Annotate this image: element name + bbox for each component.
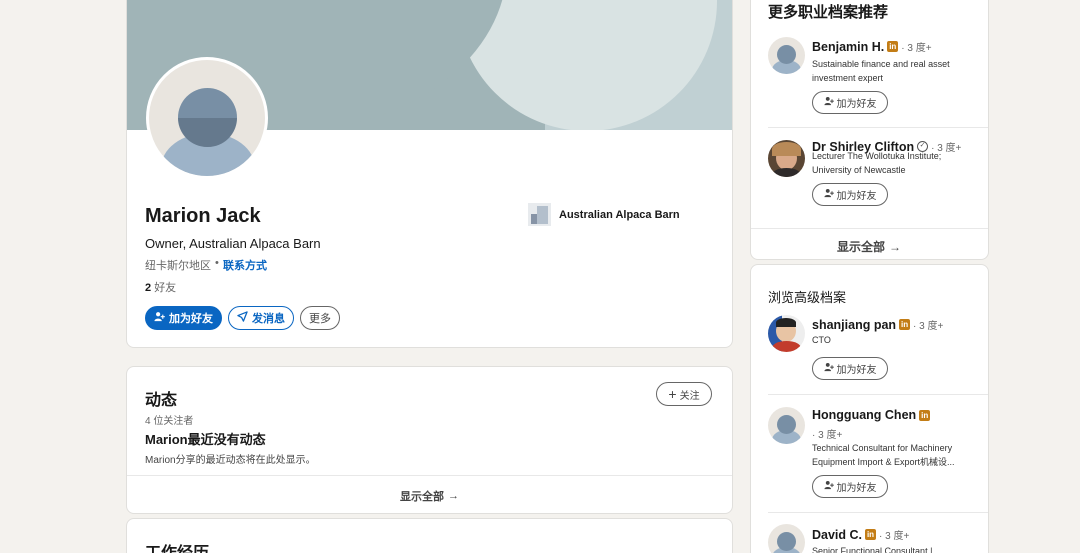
follow-button[interactable]: + 关注 bbox=[656, 382, 712, 406]
person-name[interactable]: Benjamin H. bbox=[812, 40, 884, 54]
separator-dot: • bbox=[215, 257, 219, 269]
connect-button-label: 加为好友 bbox=[169, 313, 213, 325]
connect-button[interactable]: 加为好友 bbox=[145, 306, 222, 330]
connect-button-label: 加为好友 bbox=[836, 483, 877, 494]
current-company[interactable]: Australian Alpaca Barn bbox=[528, 203, 680, 226]
recommendations-title: 更多职业档案推荐 bbox=[768, 4, 889, 21]
recommendations-show-all-link[interactable]: 显示全部 → bbox=[837, 238, 901, 255]
show-all-label: 显示全部 bbox=[837, 240, 886, 254]
premium-badge-icon: in bbox=[899, 319, 911, 330]
friends-label: 好友 bbox=[154, 282, 177, 294]
person-headline: Sustainable finance and real asset inves… bbox=[812, 59, 950, 83]
profile-name: Marion Jack bbox=[145, 205, 261, 227]
profile-location: 纽卡斯尔地区 bbox=[145, 260, 211, 272]
add-person-icon bbox=[823, 480, 834, 493]
show-all-label: 显示全部 bbox=[400, 491, 444, 503]
person-headline: CTO bbox=[812, 335, 831, 345]
person-name[interactable]: David C. bbox=[812, 528, 862, 542]
follow-button-label: 关注 bbox=[679, 390, 700, 402]
premium-badge-icon: in bbox=[919, 409, 931, 421]
premium-badge-icon: in bbox=[887, 41, 899, 52]
more-button-label: 更多 bbox=[309, 313, 331, 325]
premium-badge-icon: in bbox=[865, 529, 877, 540]
send-icon bbox=[237, 311, 248, 325]
plus-icon: + bbox=[668, 386, 677, 402]
person-headline: Lecturer The Wollotuka Institute; Univer… bbox=[812, 151, 942, 175]
profile-avatar[interactable] bbox=[146, 57, 268, 179]
activity-show-all-link[interactable]: 显示全部 → bbox=[400, 488, 459, 504]
arrow-right-icon: → bbox=[889, 239, 902, 254]
more-button[interactable]: 更多 bbox=[300, 306, 340, 330]
browse-title: 浏览高级档案 bbox=[768, 290, 847, 305]
activity-card: 动态 4 位关注者 Marion最近没有动态 Marion分享的最近动态将在此处… bbox=[126, 366, 733, 514]
activity-title: 动态 bbox=[145, 392, 178, 409]
connect-button[interactable]: 加为好友 bbox=[812, 91, 888, 114]
person-name[interactable]: shanjiang pan bbox=[812, 318, 896, 332]
divider bbox=[768, 394, 988, 395]
connect-button-label: 加为好友 bbox=[836, 99, 877, 110]
connection-degree: · 3 度+ bbox=[879, 531, 910, 542]
work-experience-card: 工作经历 bbox=[126, 518, 733, 553]
connection-degree: · 3 度+ bbox=[901, 43, 932, 54]
contact-info-link[interactable]: 联系方式 bbox=[223, 257, 267, 273]
divider bbox=[768, 512, 988, 513]
connect-button-label: 加为好友 bbox=[836, 191, 877, 202]
message-button[interactable]: 发消息 bbox=[228, 306, 294, 330]
browse-premium-card: 浏览高级档案 shanjiang pan in · 3 度+ CTO 加为好友 … bbox=[750, 264, 989, 553]
profile-headline: Owner, Australian Alpaca Barn bbox=[145, 236, 321, 251]
no-activity-title: Marion最近没有动态 bbox=[145, 432, 266, 447]
divider bbox=[751, 228, 988, 229]
friends-count[interactable]: 2 好友 bbox=[145, 279, 176, 295]
avatar[interactable] bbox=[768, 524, 805, 553]
add-person-icon bbox=[823, 188, 834, 201]
work-experience-title: 工作经历 bbox=[145, 539, 209, 553]
message-button-label: 发消息 bbox=[252, 313, 285, 325]
avatar[interactable] bbox=[768, 407, 805, 444]
add-person-icon bbox=[823, 362, 834, 375]
connection-degree: · 3 度+ bbox=[913, 321, 944, 332]
avatar[interactable] bbox=[768, 140, 805, 177]
connection-degree: · 3 度+ bbox=[812, 430, 843, 441]
company-logo bbox=[528, 203, 551, 226]
avatar[interactable] bbox=[768, 315, 805, 352]
connect-button[interactable]: 加为好友 bbox=[812, 183, 888, 206]
add-person-icon bbox=[154, 311, 165, 325]
arrow-right-icon: → bbox=[448, 490, 459, 502]
person-name[interactable]: Hongguang Chen bbox=[812, 408, 916, 422]
avatar[interactable] bbox=[768, 37, 805, 74]
followers-count: 4 位关注者 bbox=[145, 416, 194, 427]
person-headline: Technical Consultant for Machinery Equip… bbox=[812, 443, 955, 467]
recommendations-card: 更多职业档案推荐 Benjamin H. in · 3 度+ Sustainab… bbox=[750, 0, 989, 260]
divider bbox=[768, 127, 988, 128]
activity-divider bbox=[127, 475, 732, 476]
connect-button-label: 加为好友 bbox=[836, 365, 877, 376]
company-name: Australian Alpaca Barn bbox=[559, 208, 680, 221]
connect-button[interactable]: 加为好友 bbox=[812, 357, 888, 380]
no-activity-subtitle: Marion分享的最近动态将在此处显示。 bbox=[145, 455, 316, 466]
profile-card: Marion Jack Owner, Australian Alpaca Bar… bbox=[126, 0, 733, 348]
connect-button[interactable]: 加为好友 bbox=[812, 475, 888, 498]
add-person-icon bbox=[823, 96, 834, 109]
friends-number: 2 bbox=[145, 282, 152, 294]
person-headline: Senior Functional Consultant | bbox=[812, 546, 933, 553]
